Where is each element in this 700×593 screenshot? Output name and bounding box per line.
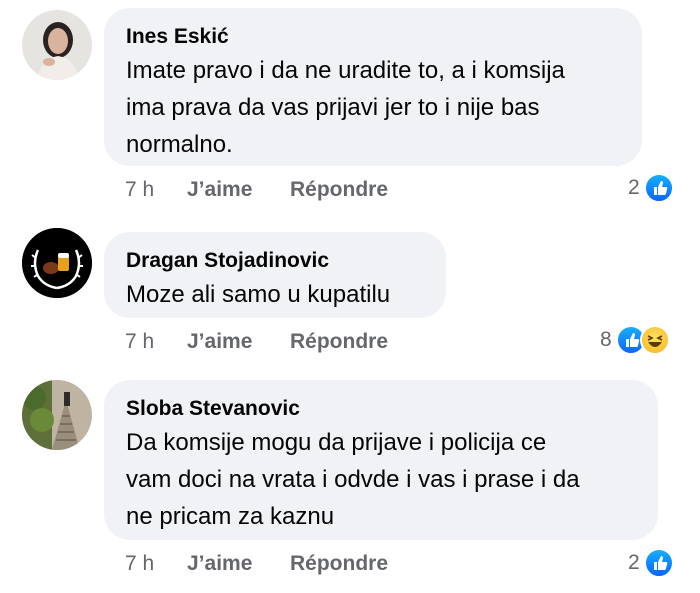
avatar[interactable] (22, 10, 92, 80)
reaction-count: 2 (628, 551, 640, 574)
reaction-count: 2 (628, 176, 640, 199)
comment-author[interactable]: Ines Eskić (126, 24, 620, 50)
like-icon (643, 173, 674, 203)
reaction-summary[interactable]: 8 (600, 325, 670, 355)
reply-button[interactable]: Répondre (290, 178, 388, 202)
like-button[interactable]: J’aime (187, 552, 290, 576)
comment-actions: 7 h J’aime Répondre (125, 330, 388, 354)
comment-text: Imate pravo i da ne uradite to, a i koms… (126, 57, 565, 158)
comment-text: Moze ali samo u kupatilu (126, 281, 391, 308)
reaction-count: 8 (600, 328, 612, 351)
haha-icon (639, 325, 670, 355)
comment-timestamp[interactable]: 7 h (125, 330, 187, 354)
like-button[interactable]: J’aime (187, 178, 290, 202)
like-icon (643, 548, 674, 578)
reaction-summary[interactable]: 2 (628, 548, 674, 578)
comment-actions: 7 h J’aime Répondre (125, 178, 388, 202)
comment-bubble: Sloba Stevanovic Da komsije mogu da prij… (104, 380, 658, 540)
comment-bubble: Ines Eskić Imate pravo i da ne uradite t… (104, 8, 642, 166)
comment-bubble: Dragan Stojadinovic Moze ali samo u kupa… (104, 232, 446, 318)
comment-author[interactable]: Dragan Stojadinovic (126, 248, 424, 274)
comment-timestamp[interactable]: 7 h (125, 178, 187, 202)
comment-author[interactable]: Sloba Stevanovic (126, 396, 636, 422)
avatar[interactable] (22, 380, 92, 450)
reaction-summary[interactable]: 2 (628, 173, 674, 203)
reply-button[interactable]: Répondre (290, 330, 388, 354)
reply-button[interactable]: Répondre (290, 552, 388, 576)
comment-timestamp[interactable]: 7 h (125, 552, 187, 576)
like-button[interactable]: J’aime (187, 330, 290, 354)
comment-text: Da komsije mogu da prijave i policija ce… (126, 429, 580, 530)
comment-actions: 7 h J’aime Répondre (125, 552, 388, 576)
avatar[interactable] (22, 228, 92, 298)
